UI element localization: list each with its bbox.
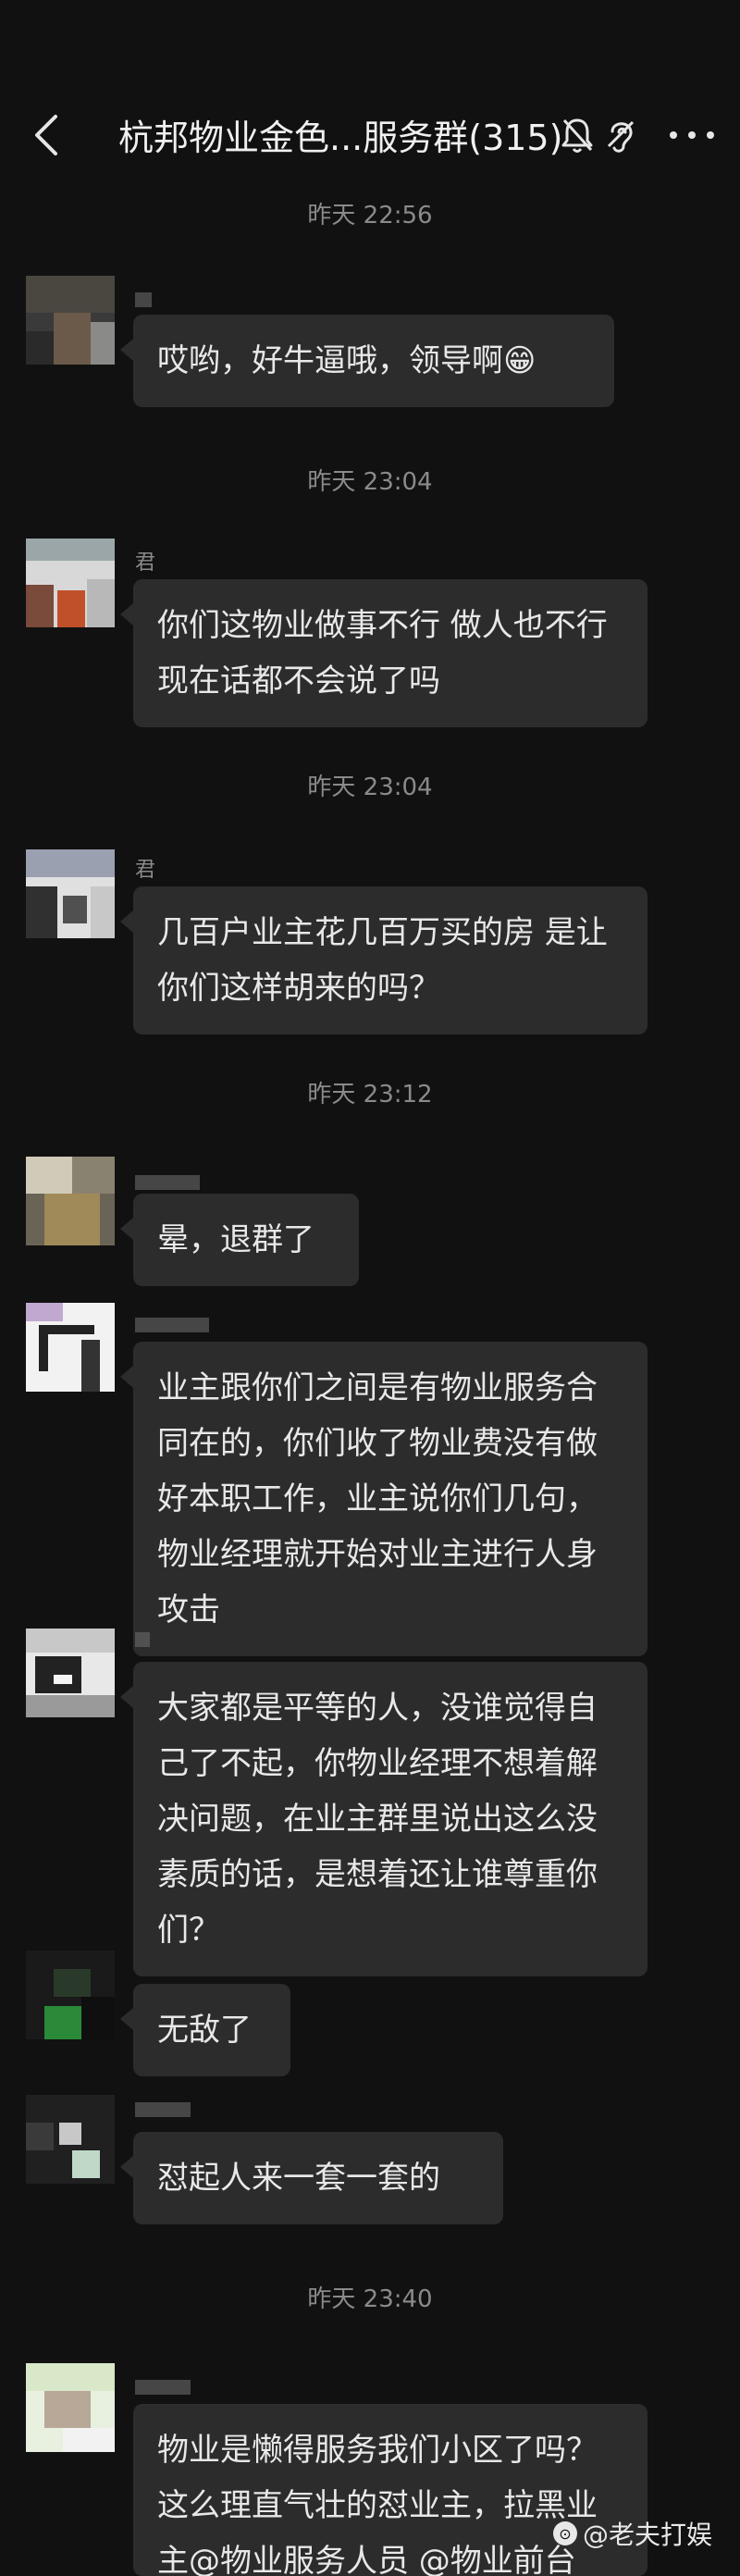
message-bubble[interactable]: 哎哟，好牛逼哦，领导啊😁 — [120, 315, 614, 407]
message-text: 晕，退群了 — [157, 1221, 314, 1258]
mute-bell-icon — [561, 118, 593, 153]
message-bubble[interactable]: 几百户业主花几百万买的房 是让你们这样胡来的吗？ — [120, 886, 648, 1034]
timestamp: 昨天 22:56 — [307, 202, 433, 229]
message-text: 几百户业主花几百万买的房 是让你们这样胡来的吗？ — [157, 914, 608, 1007]
sender-name-blur — [135, 1318, 209, 1332]
message-bubble[interactable]: 你们这物业做事不行 做人也不行 现在话都不会说了吗 — [120, 579, 648, 727]
message-bubble[interactable]: 晕，退群了 — [120, 1194, 359, 1286]
message-bubble[interactable]: 无敌了 — [120, 1984, 290, 2076]
timestamp: 昨天 23:04 — [307, 774, 433, 801]
message-bubble[interactable]: 怼起人来一套一套的 — [120, 2132, 503, 2224]
watermark-text: @老夫打娱 — [582, 2520, 712, 2550]
message-text: 怼起人来一套一套的 — [157, 2160, 440, 2197]
avatar[interactable] — [26, 276, 115, 365]
avatar[interactable] — [26, 1157, 115, 1245]
message-bubble[interactable]: 业主跟你们之间是有物业服务合同在的，你们收了物业费没有做好本职工作，业主说你们几… — [120, 1342, 648, 1656]
watermark-logo-icon: ⊙ — [552, 2521, 577, 2545]
message-text: 无敌了 — [157, 2012, 252, 2049]
timestamp: 昨天 23:40 — [307, 2285, 433, 2313]
avatar[interactable] — [26, 2095, 115, 2184]
timestamp: 昨天 23:04 — [307, 468, 433, 496]
earpiece-icon — [607, 120, 635, 153]
timestamp: 昨天 23:12 — [307, 1081, 433, 1108]
message-text: 大家都是平等的人，没谁觉得自己了不起，你物业经理不想着解决问题，在业主群里说出这… — [157, 1690, 598, 1949]
message-text: 哎哟，好牛逼哦，领导啊😁 — [157, 342, 536, 379]
avatar[interactable] — [26, 849, 115, 938]
chat-title: 杭邦物业金色...服务群(315) — [118, 118, 563, 158]
avatar[interactable] — [26, 1629, 115, 1717]
sender-name: 君 — [135, 859, 158, 882]
avatar[interactable] — [26, 1951, 115, 2039]
more-options-icon[interactable] — [670, 131, 714, 139]
sender-name-blur — [135, 1175, 200, 1190]
avatar[interactable] — [26, 1303, 115, 1392]
sender-name: 君 — [135, 551, 158, 575]
sender-name-blur — [135, 2380, 191, 2395]
sender-name-blur — [135, 2102, 191, 2117]
watermark: ⊙ @老夫打娱 — [552, 2515, 712, 2552]
back-arrow-icon[interactable] — [28, 109, 65, 161]
message-text: 物业是懒得服务我们小区了吗？这么理直气壮的怼业主，拉黑业主@物业服务人员 @物业… — [157, 2432, 598, 2576]
avatar[interactable] — [26, 539, 115, 627]
sender-name-blur — [135, 1632, 150, 1647]
message-bubble[interactable]: 大家都是平等的人，没谁觉得自己了不起，你物业经理不想着解决问题，在业主群里说出这… — [120, 1662, 648, 1976]
sender-name-blur — [135, 292, 152, 307]
avatar[interactable] — [26, 2363, 115, 2452]
message-text: 业主跟你们之间是有物业服务合同在的，你们收了物业费没有做好本职工作，业主说你们几… — [157, 1369, 598, 1629]
message-text: 你们这物业做事不行 做人也不行 现在话都不会说了吗 — [157, 607, 608, 700]
